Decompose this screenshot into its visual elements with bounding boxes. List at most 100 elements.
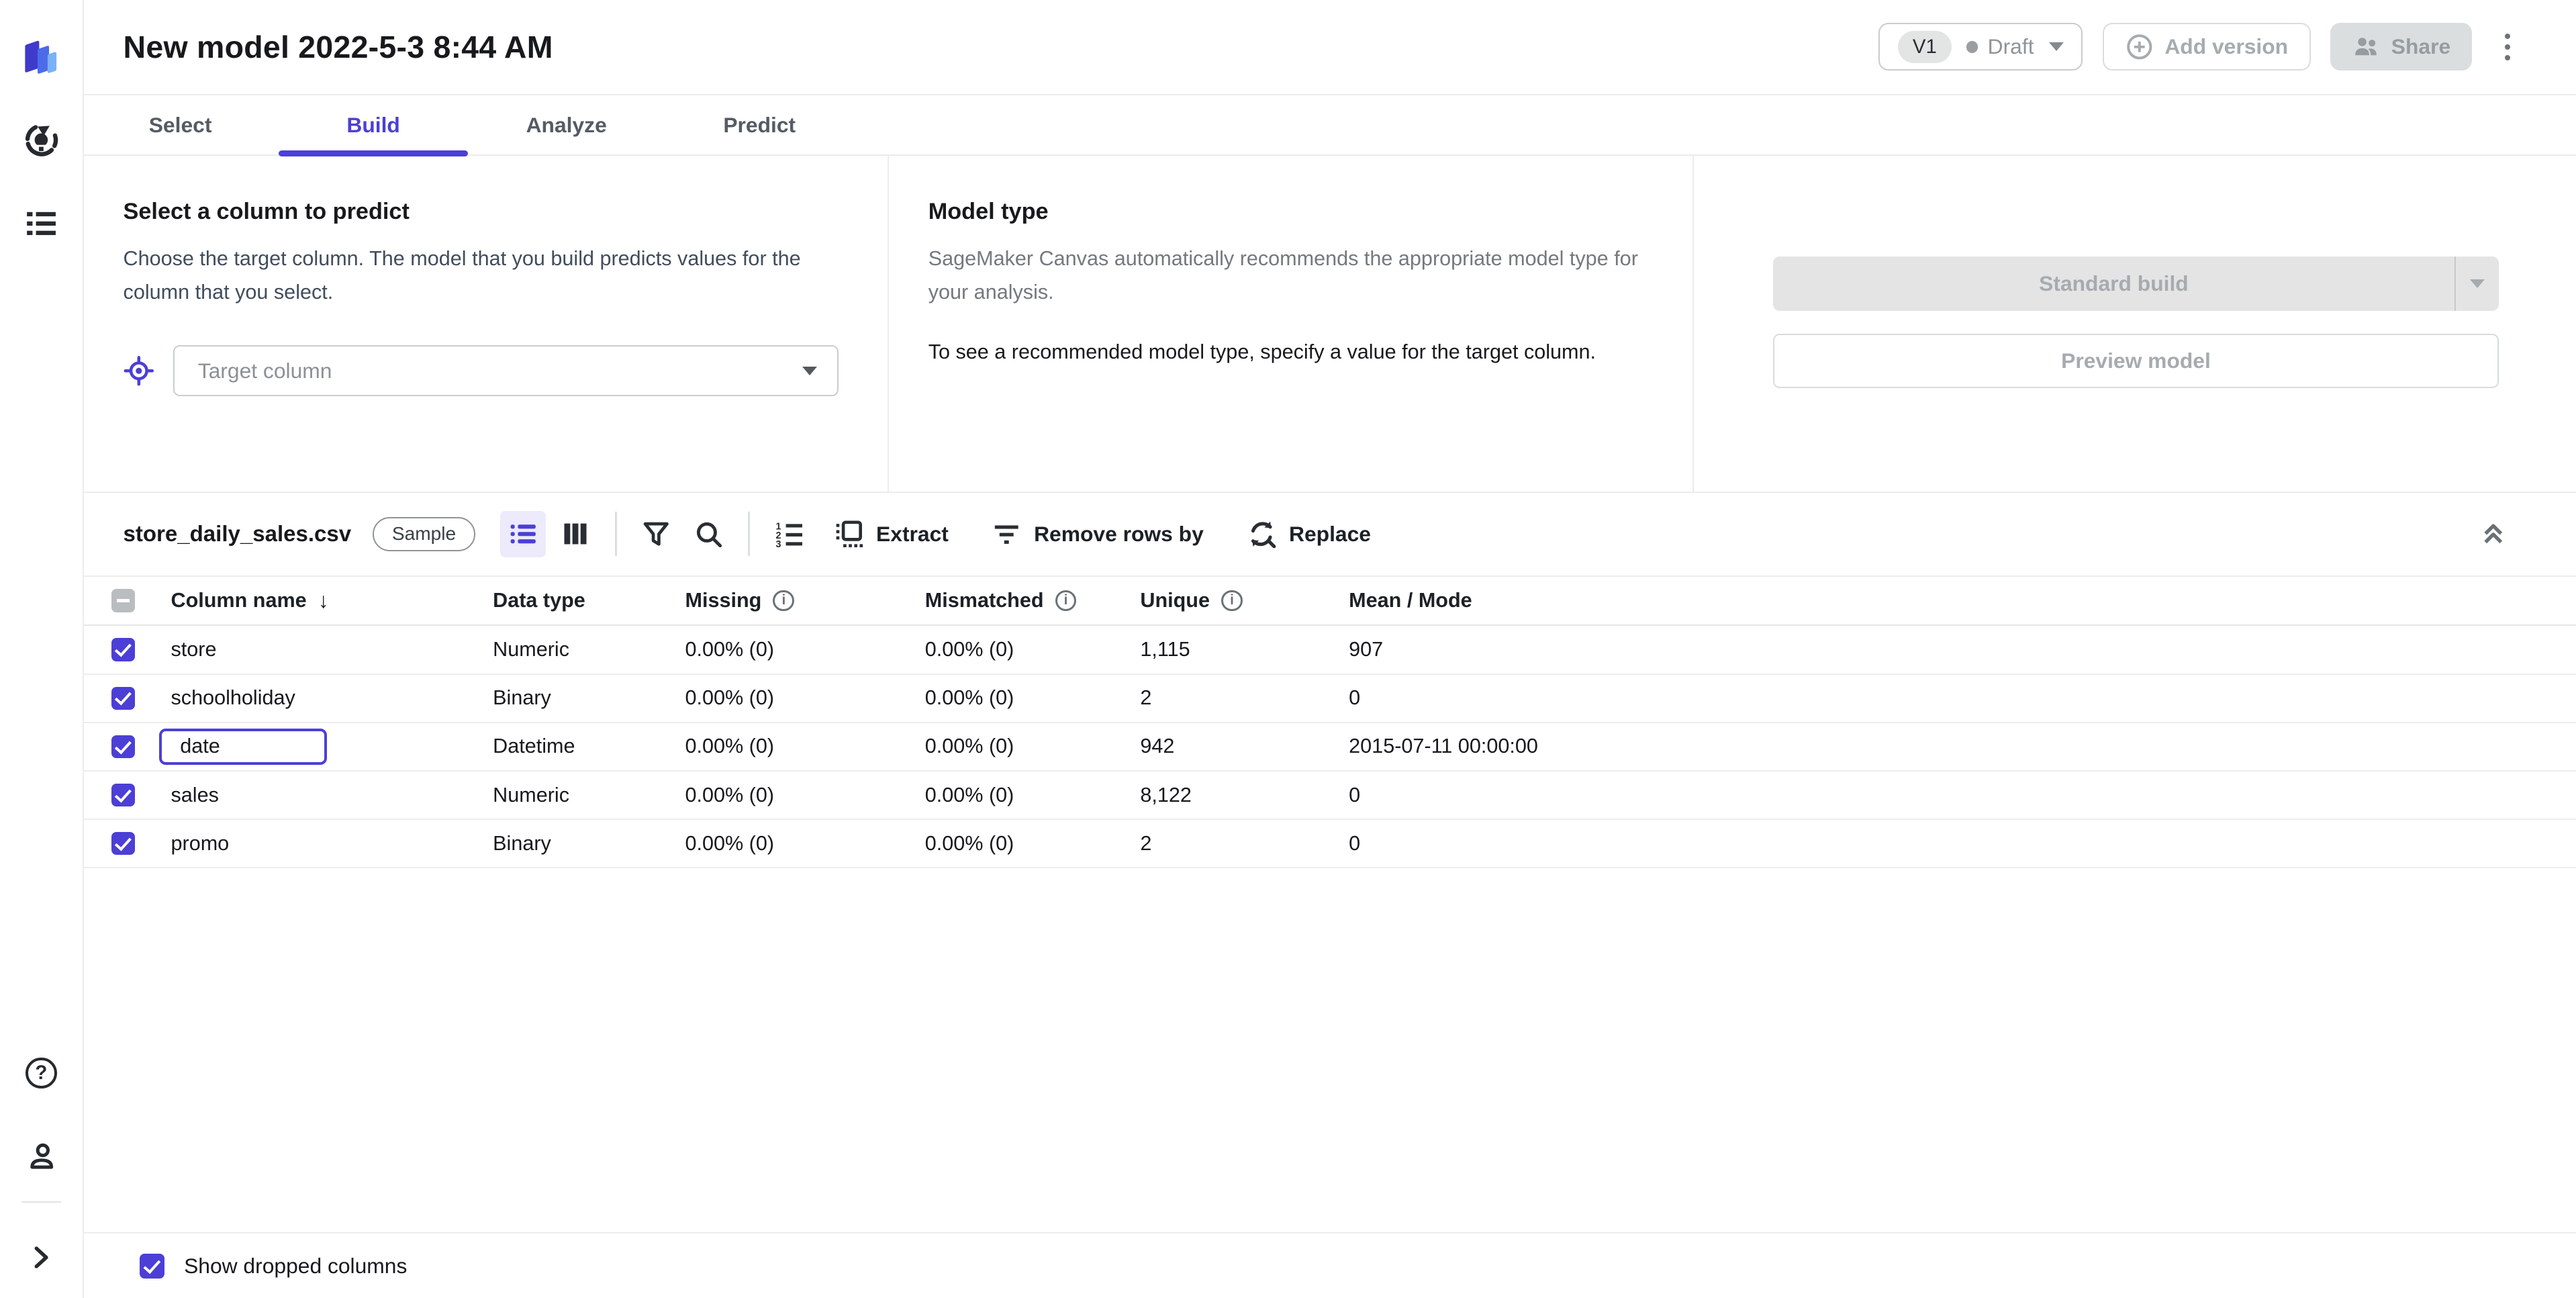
left-sidebar: ? [0,0,84,1298]
sidebar-divider [21,1201,61,1203]
cell-mean-mode: 0 [1349,686,1361,710]
table-row-schoolholiday: schoolholiday Binary 0.00% (0) 0.00% (0)… [83,675,2576,723]
column-name-edit-input[interactable] [159,728,327,765]
header-mean-mode: Mean / Mode [1349,588,1472,612]
info-icon[interactable]: i [1055,590,1077,612]
column-view-icon [564,523,587,545]
datasets-icon [27,212,56,235]
cell-missing: 0.00% (0) [685,735,775,758]
chevron-down-icon [2470,279,2485,289]
cell-column-name: store [171,637,217,661]
row-checkbox[interactable] [111,638,135,661]
table-footer: Show dropped columns [83,1232,2576,1298]
extract-button[interactable]: Extract [833,518,949,549]
show-dropped-columns-label[interactable]: Show dropped columns [184,1254,407,1279]
row-checkbox[interactable] [111,735,135,758]
chevron-down-icon [2048,42,2064,52]
cell-data-type: Numeric [493,783,569,806]
replace-icon [1251,521,1276,549]
chevron-down-icon [802,366,818,376]
filter-icon [643,522,669,546]
build-type-dropdown-button[interactable] [2454,256,2499,311]
replace-button[interactable]: Replace [1246,518,1371,549]
cell-unique: 8,122 [1140,783,1192,806]
collapse-panel-button[interactable] [2479,520,2508,549]
help-icon: ? [26,1057,57,1089]
target-icon [124,356,154,386]
sort-descending-icon[interactable]: ↓ [318,588,329,613]
table-row-promo: promo Binary 0.00% (0) 0.00% (0) 2 0 [83,820,2576,869]
dataset-filename: store_daily_sales.csv [123,521,352,547]
cell-data-type: Datetime [493,735,575,758]
model-type-description: SageMaker Canvas automatically recommend… [928,246,1638,304]
cell-column-name: promo [171,831,230,855]
list-view-icon [510,524,536,544]
info-icon[interactable]: i [773,590,795,612]
canvas-logo-icon [24,41,56,75]
standard-build-button[interactable]: Standard build [1772,256,2455,311]
sample-badge: Sample [372,517,476,551]
cell-mean-mode: 2015-07-11 00:00:00 [1349,735,1538,758]
app-window: ? New model 2022-5-3 8:44 AM V1 Draft Ad… [0,0,2576,1298]
tab-select[interactable]: Select [84,95,277,155]
expand-sidebar-button[interactable] [20,1236,63,1279]
help-button[interactable]: ? [20,1052,63,1095]
double-chevron-up-icon [2484,523,2503,543]
sort-order-button[interactable]: 1 2 3 [766,511,812,557]
account-button[interactable] [20,1135,63,1178]
remove-rows-button[interactable]: Remove rows by [991,518,1204,549]
canvas-logo[interactable] [20,34,63,77]
workflow-tabs: Select Build Analyze Predict [83,95,2576,157]
search-button[interactable] [685,511,732,557]
toolbar-divider [748,512,750,557]
cell-mean-mode: 0 [1349,831,1361,855]
row-checkbox[interactable] [111,832,135,855]
tab-predict[interactable]: Predict [663,95,856,155]
filter-button[interactable] [633,511,679,557]
row-checkbox[interactable] [111,686,135,710]
add-version-button[interactable]: Add version [2102,23,2311,71]
status-badge: Draft [1966,34,2034,59]
version-badge: V1 [1897,30,1952,64]
model-type-note: To see a recommended model type, specify… [928,340,1596,363]
page-title: New model 2022-5-3 8:44 AM [123,29,553,64]
model-type-panel: Model type SageMaker Canvas automaticall… [889,156,1695,492]
model-type-heading: Model type [928,199,1049,225]
status-label: Draft [1987,34,2034,59]
more-actions-button[interactable] [2498,27,2517,67]
header-data-type: Data type [493,588,585,612]
numbered-list-icon: 1 2 3 [776,521,803,550]
sidebar-item-datasets[interactable] [20,202,63,245]
people-icon [2355,38,2377,56]
remove-rows-label: Remove rows by [1034,521,1204,546]
version-selector[interactable]: V1 Draft [1878,23,2083,71]
account-icon [30,1144,53,1169]
sidebar-item-models[interactable] [20,118,63,161]
standard-build-split-button: Standard build [1772,256,2499,311]
main-area: New model 2022-5-3 8:44 AM V1 Draft Add … [83,0,2576,1298]
share-button[interactable]: Share [2330,23,2472,71]
chevron-right-icon [34,1246,48,1268]
cell-unique: 2 [1140,831,1152,855]
header-mismatched: Mismatched [924,588,1044,612]
build-config-section: Select a column to predict Choose the ta… [83,156,2576,494]
target-column-placeholder: Target column [197,358,332,383]
column-view-button[interactable] [553,511,599,557]
info-icon[interactable]: i [1221,590,1243,612]
cell-missing: 0.00% (0) [685,831,775,855]
extract-icon [837,520,863,548]
tab-analyze[interactable]: Analyze [470,95,663,155]
cell-unique: 1,115 [1140,637,1190,661]
replace-label: Replace [1289,521,1371,546]
select-all-checkbox[interactable] [111,589,135,612]
row-checkbox[interactable] [111,783,135,807]
preview-model-button[interactable]: Preview model [1772,333,2499,388]
show-dropped-columns-checkbox[interactable] [140,1254,164,1279]
target-column-dropdown[interactable]: Target column [173,345,839,397]
cell-mean-mode: 907 [1349,637,1384,661]
list-view-button[interactable] [499,511,546,557]
tab-build[interactable]: Build [277,95,470,157]
cell-column-name: schoolholiday [171,686,295,710]
cell-mismatched: 0.00% (0) [924,686,1014,710]
cell-unique: 942 [1140,735,1175,758]
